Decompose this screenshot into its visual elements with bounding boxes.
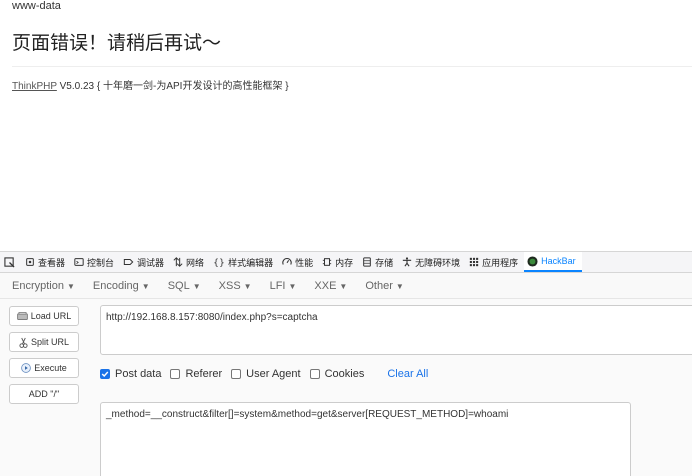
add-slash-button[interactable]: ADD "/": [9, 384, 79, 404]
checkbox-unchecked-icon: [231, 369, 242, 379]
tab-accessibility[interactable]: 无障碍环境: [399, 252, 466, 272]
button-label: ADD "/": [28, 389, 60, 399]
svg-text:{}: {}: [213, 257, 225, 267]
tab-performance[interactable]: 性能: [279, 252, 319, 272]
play-icon: [21, 363, 32, 373]
checkbox-label: User Agent: [246, 368, 301, 380]
menu-label: Other: [365, 279, 393, 292]
menu-label: XSS: [218, 279, 241, 292]
checkbox-label: Referer: [185, 368, 223, 380]
tab-hackbar[interactable]: HackBar: [524, 252, 582, 272]
url-input[interactable]: http://192.168.8.157:8080/index.php?s=ca…: [100, 305, 692, 355]
tab-label: 应用程序: [482, 257, 519, 268]
clear-all-button[interactable]: Clear All: [387, 368, 428, 380]
divider: [12, 66, 692, 67]
menu-other[interactable]: Other ▼: [353, 280, 409, 292]
button-label: Split URL: [30, 337, 69, 347]
request-options: Post data Referer User Agent Cookies Cle…: [100, 368, 428, 380]
tagline-text: { 十年磨一剑-为API开发设计的高性能框架 }: [96, 81, 289, 92]
command-output: www-data: [12, 0, 61, 12]
hackbar-panel: Encryption ▼ Encoding ▼ SQL ▼ XSS ▼ LFI ▼ XXE…: [0, 273, 692, 476]
post-data-checkbox[interactable]: Post data: [100, 368, 161, 380]
caret-down-icon: ▼: [66, 281, 75, 291]
tab-label: 样式编辑器: [228, 257, 274, 268]
menu-xxe[interactable]: XXE ▼: [302, 280, 353, 292]
execute-button[interactable]: Execute: [9, 358, 79, 378]
tab-label: 查看器: [38, 257, 66, 268]
menu-label: LFI: [269, 279, 286, 292]
tab-application[interactable]: 应用程序: [466, 252, 524, 272]
accessibility-icon: [402, 257, 412, 267]
menu-label: Encryption: [12, 279, 64, 292]
checkbox-unchecked-icon: [170, 369, 181, 379]
checkbox-checked-icon: [100, 369, 110, 379]
caret-down-icon: ▼: [339, 281, 348, 291]
post-data-input[interactable]: _method=__construct&filter[]=system&meth…: [100, 402, 631, 476]
checkbox-label: Post data: [115, 368, 162, 380]
inspector-icon: [26, 258, 34, 266]
checkbox-unchecked-icon: [309, 369, 320, 379]
button-label: Execute: [34, 363, 67, 373]
version-text: V5.0.23: [59, 81, 95, 92]
load-icon: [16, 312, 28, 320]
tab-memory[interactable]: 内存: [319, 252, 359, 272]
referer-checkbox[interactable]: Referer: [170, 368, 222, 380]
menu-label: Encoding: [92, 279, 139, 292]
caret-down-icon: ▼: [288, 281, 297, 291]
tab-debugger[interactable]: 调试器: [120, 252, 170, 272]
caret-down-icon: ▼: [192, 281, 201, 291]
application-icon: [469, 257, 479, 267]
menu-xss[interactable]: XSS ▼: [207, 280, 258, 292]
tab-label: 内存: [335, 257, 354, 268]
tab-console[interactable]: 控制台: [71, 252, 120, 272]
button-label: Load URL: [30, 311, 72, 321]
menu-sql[interactable]: SQL ▼: [156, 280, 207, 292]
hackbar-icon: [527, 255, 538, 267]
hackbar-menu: Encryption ▼ Encoding ▼ SQL ▼ XSS ▼ LFI ▼ XXE…: [0, 273, 692, 299]
menu-label: XXE: [314, 279, 337, 292]
scissors-icon: [19, 337, 28, 348]
style-editor-icon: {}: [213, 257, 225, 267]
tab-label: 控制台: [87, 257, 115, 268]
caret-down-icon: ▼: [141, 281, 150, 291]
caret-down-icon: ▼: [395, 281, 404, 291]
tab-label: 性能: [295, 257, 314, 268]
split-url-button[interactable]: Split URL: [9, 332, 79, 352]
tab-label: 存储: [375, 257, 394, 268]
devtools-toolbar: 查看器 控制台 调试器 网络 {} 样式编辑器 性能 内存 存储 无障碍环境 应…: [0, 251, 692, 273]
storage-icon: [363, 257, 371, 267]
tab-label: HackBar: [541, 256, 576, 266]
tab-style-editor[interactable]: {} 样式编辑器: [210, 252, 279, 272]
load-url-button[interactable]: Load URL: [9, 306, 79, 326]
caret-down-icon: ▼: [243, 281, 252, 291]
copyright-line: ThinkPHP V5.0.23 { 十年磨一剑-为API开发设计的高性能框架 …: [12, 77, 289, 92]
menu-label: SQL: [167, 279, 190, 292]
element-picker-button[interactable]: [0, 252, 22, 272]
network-icon: [173, 257, 183, 267]
hackbar-actions: Load URL Split URL Execute ADD "/": [9, 306, 79, 410]
tab-inspector[interactable]: 查看器: [22, 252, 71, 272]
page-title: 页面错误！请稍后再试～: [12, 32, 222, 54]
tab-storage[interactable]: 存储: [359, 252, 399, 272]
debugger-icon: [123, 259, 134, 265]
tab-label: 无障碍环境: [415, 257, 461, 268]
memory-icon: [322, 258, 332, 266]
user-agent-checkbox[interactable]: User Agent: [231, 368, 301, 380]
console-icon: [74, 258, 84, 266]
thinkphp-link[interactable]: ThinkPHP: [12, 81, 57, 92]
menu-encryption[interactable]: Encryption ▼: [0, 280, 81, 292]
checkbox-label: Cookies: [324, 368, 365, 380]
cookies-checkbox[interactable]: Cookies: [309, 368, 365, 380]
element-picker-icon: [4, 256, 15, 268]
tab-network[interactable]: 网络: [170, 252, 210, 272]
menu-encoding[interactable]: Encoding ▼: [81, 280, 156, 292]
error-page: www-data 页面错误！请稍后再试～ ThinkPHP V5.0.23 { …: [0, 0, 692, 250]
performance-icon: [282, 257, 292, 265]
tab-label: 调试器: [137, 257, 165, 268]
tab-label: 网络: [186, 257, 205, 268]
menu-lfi[interactable]: LFI ▼: [258, 280, 303, 292]
